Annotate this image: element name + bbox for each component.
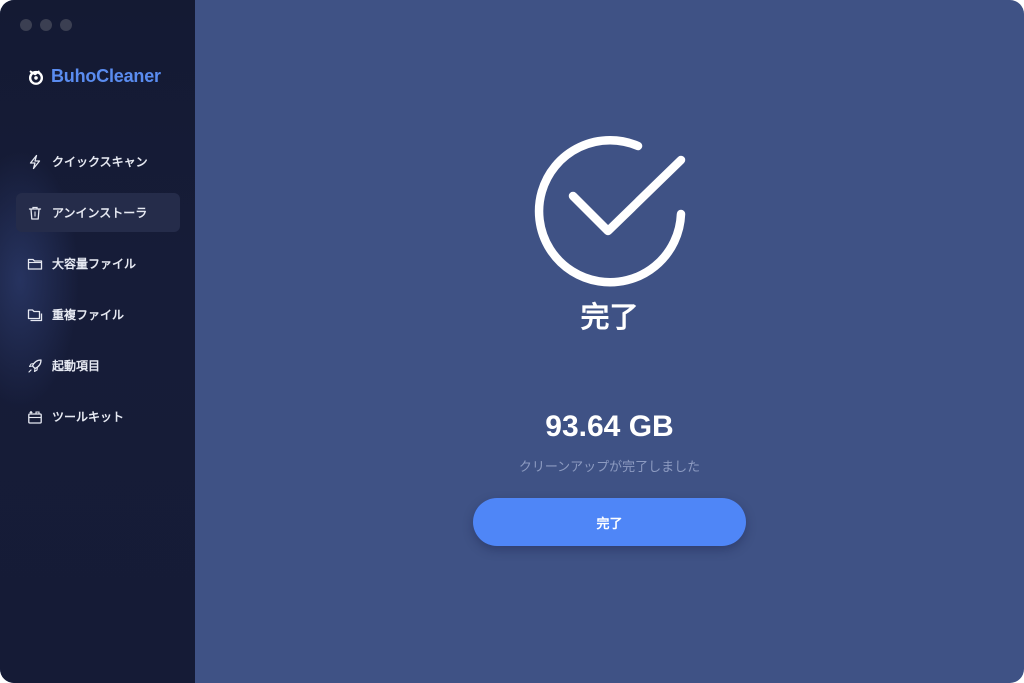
trash-icon — [28, 206, 42, 220]
minimize-window-button[interactable] — [40, 19, 52, 31]
sidebar: BuhoCleaner クイックスキャン アンインストーラ 大容量ファイル 重複… — [0, 0, 195, 683]
sidebar-item-label: 起動項目 — [52, 359, 101, 373]
sidebar-item-duplicates[interactable]: 重複ファイル — [16, 295, 180, 334]
sidebar-nav: クイックスキャン アンインストーラ 大容量ファイル 重複ファイル 起動項目 ツー… — [16, 142, 180, 448]
status-title: 完了 — [580, 300, 639, 334]
folder-icon — [27, 258, 43, 270]
sidebar-item-uninstaller[interactable]: アンインストーラ — [16, 193, 180, 232]
buho-logo-icon — [28, 70, 44, 85]
sidebar-item-startup[interactable]: 起動項目 — [16, 346, 180, 385]
sidebar-item-quick-scan[interactable]: クイックスキャン — [16, 142, 180, 181]
sidebar-item-label: 重複ファイル — [52, 308, 125, 322]
done-button[interactable]: 完了 — [473, 498, 746, 546]
close-window-button[interactable] — [20, 19, 32, 31]
rocket-icon — [28, 358, 42, 373]
sidebar-item-large-files[interactable]: 大容量ファイル — [16, 244, 180, 283]
zoom-window-button[interactable] — [60, 19, 72, 31]
sidebar-item-label: アンインストーラ — [52, 206, 148, 220]
check-circle-icon — [534, 136, 686, 287]
app-name: BuhoCleaner — [51, 66, 161, 86]
window-controls — [20, 19, 72, 31]
lightning-icon — [29, 154, 41, 169]
brand: BuhoCleaner — [27, 66, 161, 87]
duplicate-folder-icon — [27, 308, 43, 321]
cleaned-size: 93.64 GB — [545, 410, 674, 443]
toolbox-icon — [28, 410, 42, 424]
sidebar-item-toolkit[interactable]: ツールキット — [16, 397, 180, 436]
main-content: 完了 93.64 GB クリーンアップが完了しました 完了 — [195, 0, 1024, 683]
app-window: BuhoCleaner クイックスキャン アンインストーラ 大容量ファイル 重複… — [0, 0, 1024, 683]
sidebar-item-label: クイックスキャン — [52, 155, 148, 169]
cleaned-caption: クリーンアップが完了しました — [518, 460, 701, 475]
sidebar-item-label: ツールキット — [52, 410, 125, 424]
sidebar-item-label: 大容量ファイル — [52, 257, 137, 271]
